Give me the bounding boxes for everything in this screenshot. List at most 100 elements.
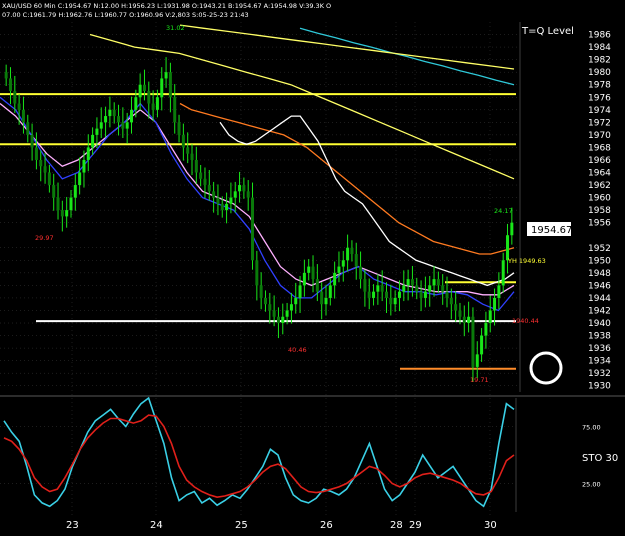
candle-body xyxy=(173,97,177,123)
candle-body xyxy=(225,203,229,211)
candle-body xyxy=(333,272,337,286)
candle-body xyxy=(419,291,423,298)
candle-body xyxy=(380,285,384,292)
candle-body xyxy=(423,291,427,298)
candle-body xyxy=(441,285,445,292)
candle-body xyxy=(130,109,133,123)
candle-body xyxy=(160,78,164,98)
candle-body xyxy=(255,260,259,286)
candle-body xyxy=(363,279,367,292)
price-tick-label: 1958 xyxy=(588,206,611,216)
tq-level-annotation: T=Q Level xyxy=(521,26,574,37)
price-tick-label: 1934 xyxy=(588,357,611,367)
candle-body xyxy=(285,310,289,317)
price-tick-label: 1956 xyxy=(588,219,611,229)
chart-canvas: 31.02 29.97 40.46 19.71 24.17 YH 1949.63 1940.… xyxy=(0,0,625,532)
candle-body xyxy=(458,310,462,317)
candle-body xyxy=(410,279,414,286)
candle-body xyxy=(298,285,302,298)
date-tick-label: 28 xyxy=(390,520,403,531)
candle-body xyxy=(376,285,380,292)
candle-body xyxy=(13,90,17,104)
candle-body xyxy=(354,254,358,267)
candle-body xyxy=(17,103,21,110)
price-tick-label: 1932 xyxy=(588,369,611,379)
price-tick-label: 1940 xyxy=(588,319,611,329)
candle-body xyxy=(276,316,280,324)
price-data-label: 24.17 xyxy=(494,207,513,215)
header-line-1: XAU/USD 60 Min C:1954.67 N:12.00 H:1956.… xyxy=(2,2,331,10)
candle-body xyxy=(497,285,501,298)
candle-body xyxy=(501,260,505,286)
candle-body xyxy=(289,304,293,311)
candle-body xyxy=(324,297,328,305)
candle-body xyxy=(488,310,492,324)
price-tick-label: 1972 xyxy=(588,118,611,128)
price-data-label: 29.97 xyxy=(35,234,54,242)
price-tick-label: 1968 xyxy=(588,143,611,153)
candle-body xyxy=(402,285,406,292)
candle-body xyxy=(138,84,142,98)
candle-body xyxy=(311,266,315,280)
chart-background xyxy=(0,0,625,532)
candle-body xyxy=(125,122,129,129)
candle-body xyxy=(39,159,43,167)
candle-body xyxy=(95,128,99,135)
date-tick-label: 24 xyxy=(150,520,163,531)
candle-body xyxy=(47,172,51,186)
candle-body xyxy=(341,260,345,267)
candle-body xyxy=(207,185,211,192)
candle-body xyxy=(4,72,8,79)
candle-body xyxy=(337,266,341,273)
candle-body xyxy=(389,297,393,305)
price-tick-label: 1944 xyxy=(588,294,611,304)
price-tick-label: 1964 xyxy=(588,169,611,179)
candle-body xyxy=(142,84,146,91)
candle-body xyxy=(467,316,471,324)
price-data-label: YH 1949.63 xyxy=(507,257,546,265)
price-tick-label: 1986 xyxy=(588,31,611,41)
candle-body xyxy=(52,185,56,198)
candle-body xyxy=(480,335,484,355)
price-tick-label: 1936 xyxy=(588,344,611,354)
candle-body xyxy=(251,197,255,261)
candle-body xyxy=(385,291,388,298)
candle-body xyxy=(56,197,60,211)
candle-body xyxy=(91,134,95,148)
header-line-2: 07.00 C:1961.79 H:1962.76 L:1960.77 O:19… xyxy=(2,11,249,19)
candle-body xyxy=(454,304,458,311)
candle-body xyxy=(406,279,410,286)
candle-body xyxy=(147,90,151,104)
candle-body xyxy=(350,247,354,255)
candle-body xyxy=(73,185,77,198)
price-tick-label: 1930 xyxy=(588,382,611,392)
candle-body xyxy=(177,122,181,135)
candle-body xyxy=(26,122,30,135)
candle-body xyxy=(242,185,246,192)
price-tick-label: 1966 xyxy=(588,156,611,166)
candle-body xyxy=(34,147,38,160)
candle-body xyxy=(108,109,112,117)
price-data-label: 31.02 xyxy=(166,24,185,32)
candle-body xyxy=(212,191,216,198)
candle-body xyxy=(281,316,285,324)
price-tick-label: 1970 xyxy=(588,131,611,141)
candle-body xyxy=(21,109,25,123)
candle-body xyxy=(229,197,233,204)
price-tick-label: 1938 xyxy=(588,332,611,342)
candle-body xyxy=(233,191,237,198)
candle-body xyxy=(60,210,64,217)
candle-body xyxy=(220,203,224,211)
price-tick-label: 1948 xyxy=(588,269,611,279)
candle-body xyxy=(155,97,159,110)
price-tick-label: 1962 xyxy=(588,181,611,191)
candle-body xyxy=(428,285,432,292)
candle-body xyxy=(78,172,82,186)
candle-body xyxy=(471,316,475,367)
price-tick-label: 1980 xyxy=(588,68,611,78)
price-tick-label: 1978 xyxy=(588,81,611,91)
candle-body xyxy=(259,285,263,298)
candle-body xyxy=(263,297,267,305)
price-tick-label: 1942 xyxy=(588,306,611,316)
date-tick-label: 29 xyxy=(409,520,422,531)
